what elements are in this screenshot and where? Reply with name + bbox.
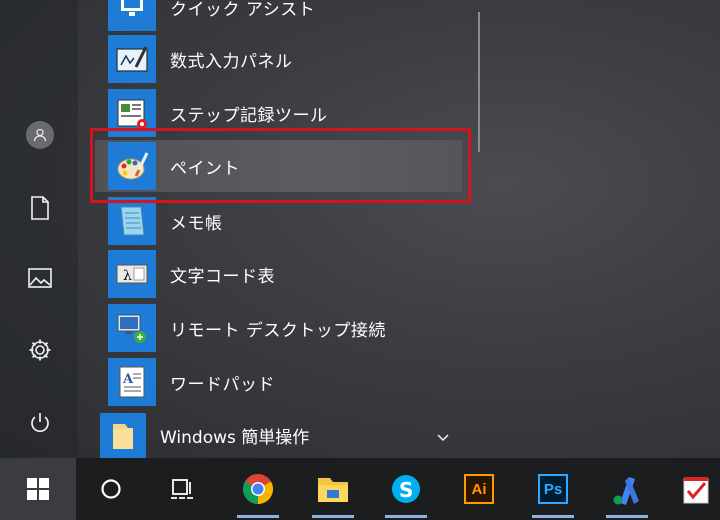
highlight-annotation [90,128,471,203]
illustrator-icon: Ai [464,474,494,504]
math-input-panel-icon [108,35,156,83]
running-indicator [237,515,279,518]
app-item-remote-desktop[interactable]: リモート デスクトップ接続 [108,303,468,353]
taskbar: S Ai Ps [0,458,720,520]
app-label: 文字コード表 [170,266,275,287]
illustrator-label: Ai [471,480,487,498]
taskbar-app-checkmark[interactable] [672,458,720,520]
app-item-character-map[interactable]: λ 文字コード表 [108,249,468,299]
app-item-quick-assist[interactable]: クイック アシスト [108,0,468,32]
wordpad-icon: A [108,358,156,406]
taskbar-app-file-explorer[interactable] [304,458,362,520]
taskbar-app-skype[interactable]: S [377,458,435,520]
svg-text:A: A [122,372,134,387]
character-map-icon: λ [108,250,156,298]
notepad-icon [108,197,156,245]
running-indicator [385,515,427,518]
app-label: クイック アシスト [170,0,316,20]
cortana-button[interactable] [82,458,140,520]
svg-text:λ: λ [123,268,132,284]
quick-assist-icon [108,0,156,31]
running-indicator [312,515,354,518]
running-indicator [532,515,574,518]
svg-text:S: S [399,478,413,502]
start-menu: クイック アシスト 数式入力パネル ステップ記録ツール ペイント メモ帳 λ 文… [0,0,720,459]
circle-icon [101,479,121,499]
taskbar-app-photoshop[interactable]: Ps [524,458,582,520]
file-explorer-icon [318,478,348,502]
task-view-button[interactable] [154,458,212,520]
windows-logo-icon [27,478,49,500]
app-label: ワードパッド [170,374,275,395]
app-label: リモート デスクトップ接続 [170,320,386,341]
taskbar-app-adwords[interactable] [598,458,656,520]
folder-label: Windows 簡単操作 [160,428,310,448]
start-button[interactable] [0,458,76,520]
folder-windows-ease-of-access[interactable]: Windows 簡単操作 [100,412,460,459]
taskbar-app-chrome[interactable] [229,458,287,520]
remote-desktop-icon [108,304,156,352]
app-item-wordpad[interactable]: A ワードパッド [108,357,468,407]
taskbar-app-illustrator[interactable]: Ai [450,458,508,520]
app-item-notepad[interactable]: メモ帳 [108,196,468,246]
photoshop-label: Ps [543,480,563,498]
app-label: ステップ記録ツール [170,105,328,126]
running-indicator [606,515,648,518]
chrome-icon [242,474,274,504]
app-label: 数式入力パネル [170,51,293,72]
skype-icon: S [392,475,420,503]
photoshop-icon: Ps [538,474,568,504]
scrollbar[interactable] [478,12,480,152]
checkmark-app-icon [683,477,709,504]
app-label: メモ帳 [170,213,223,234]
app-item-math-input-panel[interactable]: 数式入力パネル [108,34,468,84]
adwords-icon [613,477,639,505]
task-view-icon [171,479,193,499]
folder-icon [100,412,146,459]
app-list: クイック アシスト 数式入力パネル ステップ記録ツール ペイント メモ帳 λ 文… [0,0,720,459]
chevron-down-icon[interactable] [436,428,450,447]
